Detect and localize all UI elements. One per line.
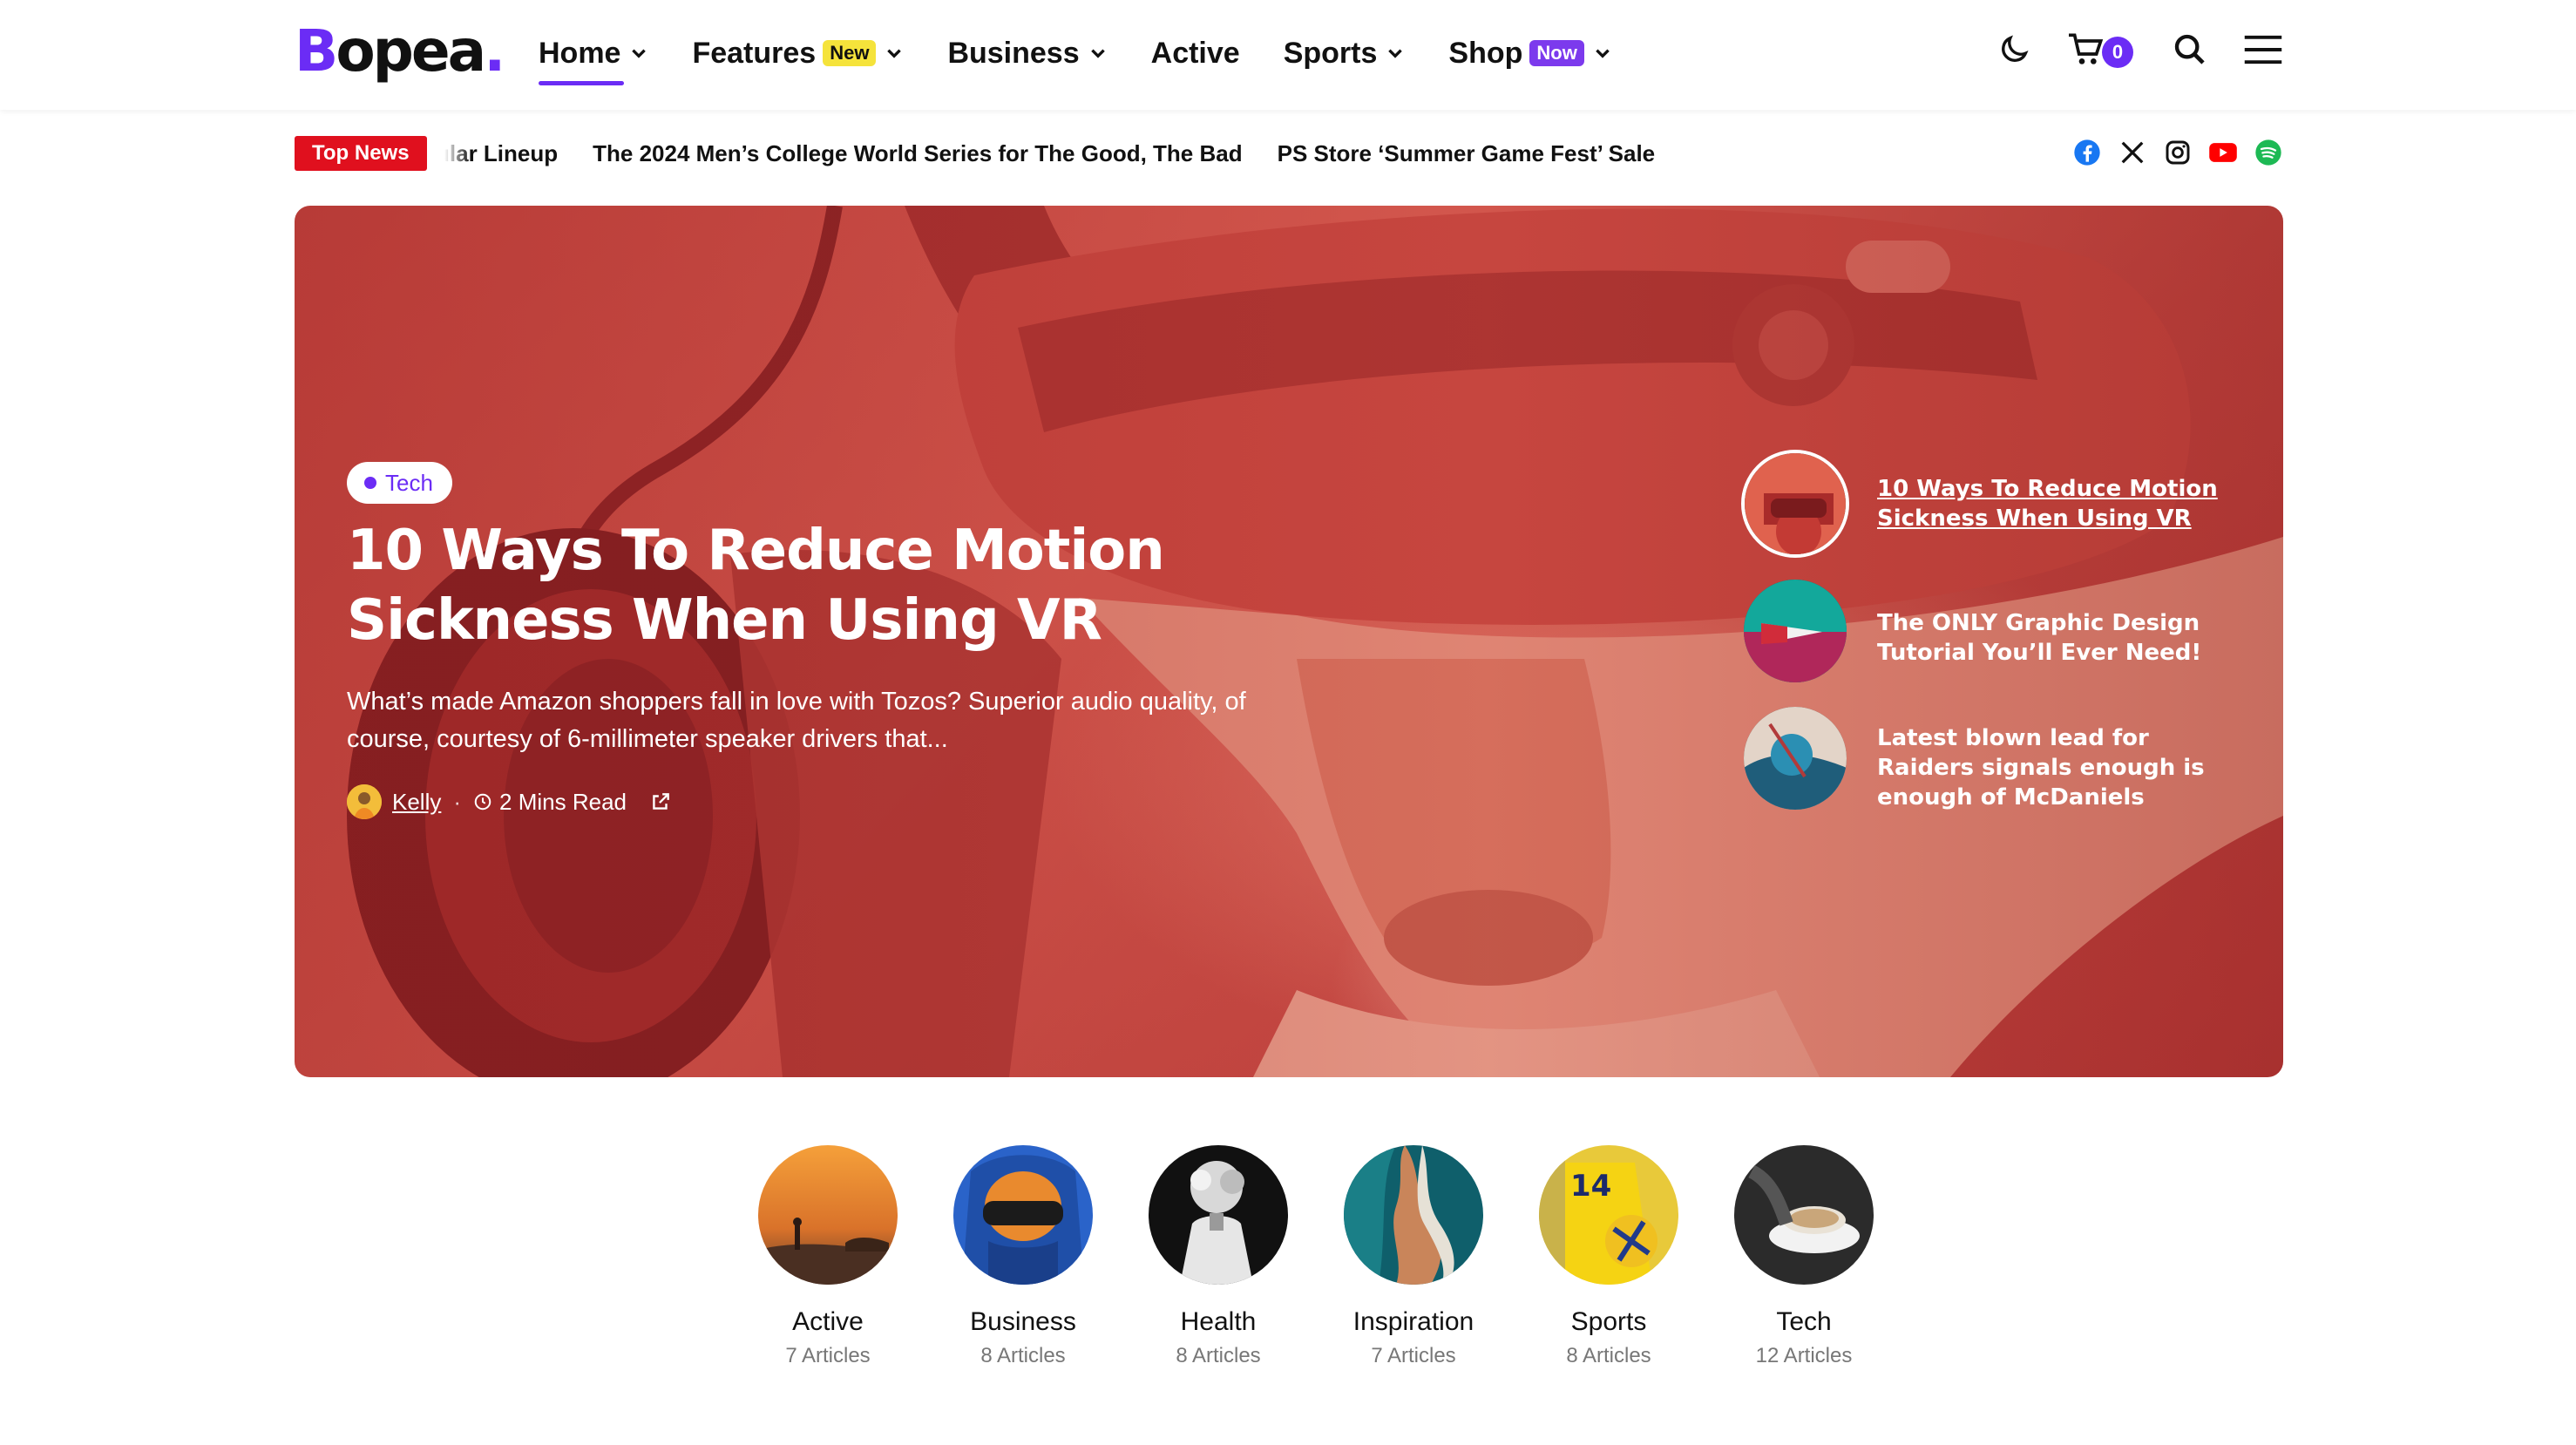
chevron-down-icon <box>632 49 647 58</box>
nav-item-sports[interactable]: Sports <box>1284 31 1406 75</box>
side-post-title[interactable]: The ONLY Graphic Design Tutorial You’ll … <box>1877 608 2226 668</box>
hero-excerpt: What’s made Amazon shoppers fall in love… <box>347 688 1246 753</box>
menu-icon[interactable] <box>2243 30 2283 70</box>
category-name[interactable]: Inspiration <box>1316 1307 1511 1337</box>
spotify-icon[interactable] <box>2254 138 2283 167</box>
author-avatar[interactable] <box>347 784 382 819</box>
side-post-item[interactable]: The ONLY Graphic Design Tutorial You’ll … <box>1741 577 2229 690</box>
author-name[interactable]: Kelly <box>392 789 441 816</box>
tag-dot-icon <box>364 477 376 489</box>
category-count: 7 Articles <box>1371 1344 1456 1367</box>
post-thumbnail[interactable] <box>1741 450 1849 558</box>
ticker-item[interactable]: The 2024 Men’s College World Series for … <box>593 140 1242 167</box>
youtube-icon[interactable] <box>2208 138 2238 167</box>
share-icon[interactable] <box>649 790 672 813</box>
svg-text:14: 14 <box>1570 1169 1611 1204</box>
side-post-item[interactable]: 10 Ways To Reduce Motion Sickness When U… <box>1741 450 2229 563</box>
cart-icon[interactable]: 0 <box>2067 30 2137 70</box>
nav-label: Home <box>539 36 621 70</box>
news-ticker: Top News ular Lineup The 2024 Men’s Coll… <box>295 136 2283 171</box>
category-list: Active 7 Articles Business 8 Articles He… <box>730 1145 1901 1368</box>
category-name[interactable]: Tech <box>1706 1307 1901 1337</box>
chevron-down-icon <box>1388 49 1403 58</box>
header-actions: 0 <box>1961 30 2283 70</box>
category-tag[interactable]: Tech <box>347 462 452 504</box>
nav-item-active[interactable]: Active <box>1151 31 1240 75</box>
side-post-title[interactable]: Latest blown lead for Raiders signals en… <box>1877 723 2226 812</box>
site-header: Bopea. Home Features New Business Active… <box>0 0 2576 110</box>
ticker-fade-right <box>1933 136 1968 171</box>
post-thumbnail[interactable] <box>1744 580 1847 682</box>
category-item-inspiration[interactable]: Inspiration 7 Articles <box>1316 1145 1511 1368</box>
category-item-sports[interactable]: 14 Sports 8 Articles <box>1511 1145 1706 1368</box>
clock-icon <box>474 793 491 811</box>
category-item-active[interactable]: Active 7 Articles <box>730 1145 925 1368</box>
side-post-title[interactable]: 10 Ways To Reduce Motion Sickness When U… <box>1877 474 2226 533</box>
category-image[interactable] <box>1734 1145 1874 1285</box>
moon-icon[interactable] <box>1994 30 2034 70</box>
new-badge: New <box>823 40 877 66</box>
category-count: 8 Articles <box>1566 1344 1651 1367</box>
category-image[interactable] <box>1344 1145 1483 1285</box>
ticker-fade-left <box>444 136 471 171</box>
nav-label: Active <box>1150 36 1240 70</box>
facebook-icon[interactable] <box>2072 138 2102 167</box>
category-item-tech[interactable]: Tech 12 Articles <box>1706 1145 1901 1368</box>
tag-label: Tech <box>385 469 433 496</box>
nav-label: Sports <box>1283 36 1378 70</box>
now-badge: Now <box>1529 40 1584 66</box>
post-thumbnail[interactable] <box>1744 707 1847 810</box>
meta-separator: · <box>453 788 462 815</box>
top-news-label: Top News <box>295 136 427 171</box>
hero-featured-post[interactable]: Tech 10 Ways To Reduce Motion Sickness W… <box>295 206 2283 1077</box>
category-image[interactable]: 14 <box>1539 1145 1678 1285</box>
hero-title[interactable]: 10 Ways To Reduce Motion Sickness When U… <box>347 516 1427 655</box>
chevron-down-icon <box>1596 49 1610 58</box>
nav-label: Features <box>692 36 817 70</box>
nav-item-business[interactable]: Business <box>947 31 1107 75</box>
category-count: 8 Articles <box>1176 1344 1261 1367</box>
nav-item-features[interactable]: Features New <box>692 31 904 75</box>
nav-item-shop[interactable]: Shop Now <box>1448 31 1611 75</box>
category-count: 12 Articles <box>1755 1344 1853 1367</box>
ticker-track: ular Lineup The 2024 Men’s College World… <box>444 136 1961 171</box>
nav-item-home[interactable]: Home <box>539 31 648 85</box>
cart-count-badge: 0 <box>2102 37 2133 68</box>
side-post-item[interactable]: Latest blown lead for Raiders signals en… <box>1741 704 2229 817</box>
category-name[interactable]: Active <box>730 1307 925 1337</box>
category-name[interactable]: Business <box>925 1307 1121 1337</box>
category-item-business[interactable]: Business 8 Articles <box>925 1145 1121 1368</box>
instagram-icon[interactable] <box>2163 138 2193 167</box>
category-image[interactable] <box>758 1145 898 1285</box>
category-count: 8 Articles <box>980 1344 1066 1367</box>
chevron-down-icon <box>1090 49 1105 58</box>
nav-label: Business <box>947 36 1080 70</box>
category-count: 7 Articles <box>785 1344 871 1367</box>
nav-label: Shop <box>1448 36 1523 70</box>
ticker-item[interactable]: PS Store ‘Summer Game Fest’ Sale <box>1278 140 1656 167</box>
read-time: 2 Mins Read <box>499 788 627 815</box>
category-name[interactable]: Health <box>1121 1307 1316 1337</box>
x-icon[interactable] <box>2118 138 2147 167</box>
chevron-down-icon <box>887 49 902 58</box>
site-logo[interactable]: Bopea. <box>295 17 505 85</box>
category-image[interactable] <box>953 1145 1093 1285</box>
post-meta: Kelly · 2 Mins Read <box>347 784 672 819</box>
main-nav: Home Features New Business Active Sports… <box>539 31 1656 85</box>
search-icon[interactable] <box>2170 30 2210 70</box>
category-name[interactable]: Sports <box>1511 1307 1706 1337</box>
category-item-health[interactable]: Health 8 Articles <box>1121 1145 1316 1368</box>
category-image[interactable] <box>1149 1145 1288 1285</box>
social-links <box>2057 138 2283 167</box>
